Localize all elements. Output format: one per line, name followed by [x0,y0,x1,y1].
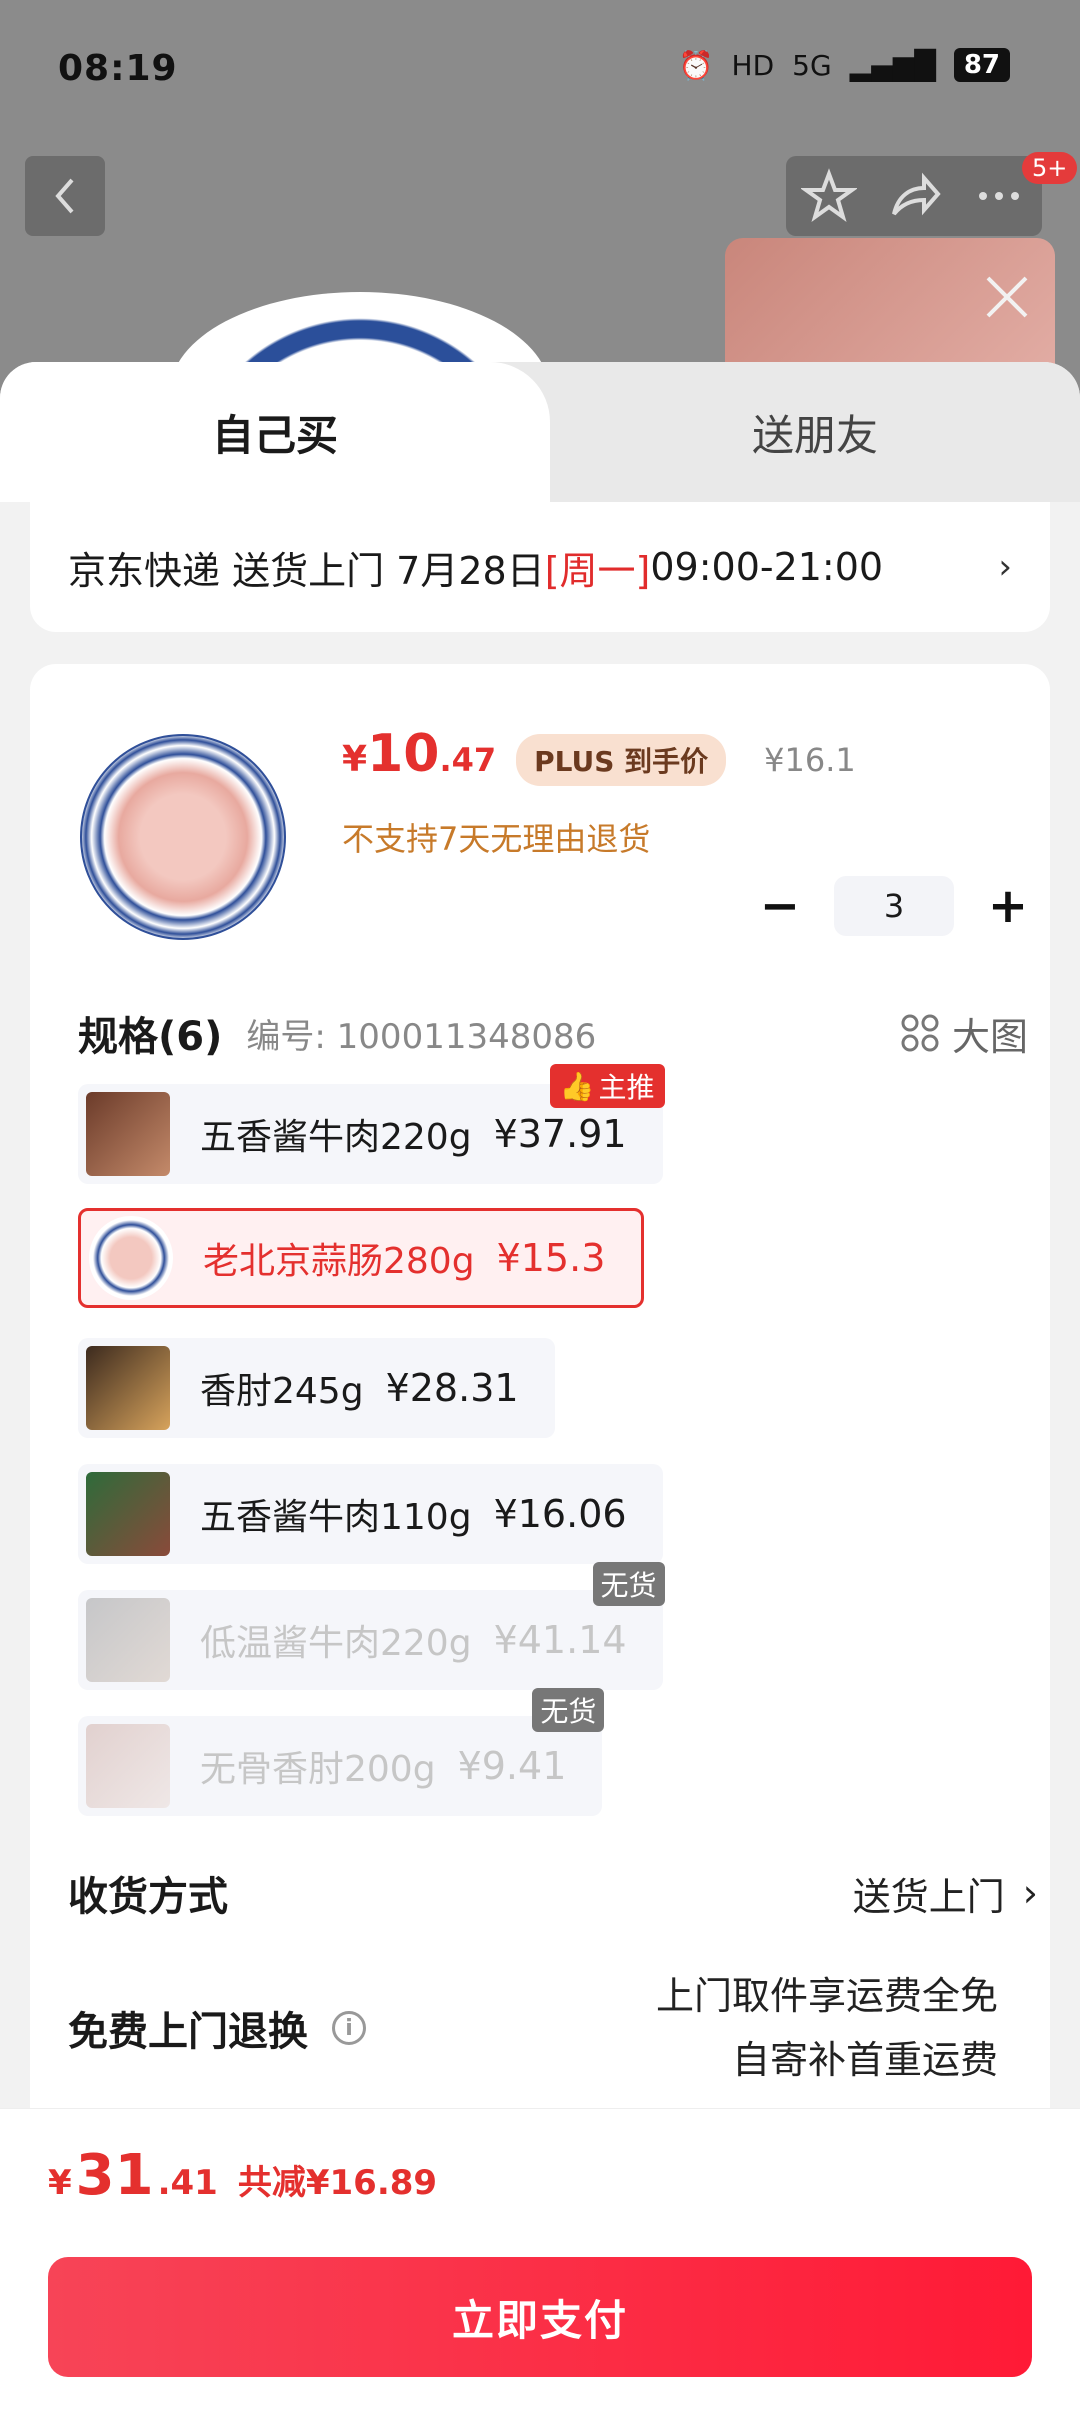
spec-option-disabled: 低温酱牛肉220g ¥41.14 无货 [78,1562,665,1690]
info-icon[interactable]: i [332,2011,366,2045]
tab-bar: 送朋友 自己买 [0,362,1080,502]
product-image[interactable] [80,734,286,940]
status-bar: 08:19 ⏰ HD 5G ▂▄▆█ 87 [0,0,1080,140]
thumbs-up-icon: 👍 [559,1069,595,1103]
option-price: ¥16.06 [493,1492,627,1536]
price-int: 10 [367,724,440,784]
pay-now-button[interactable]: 立即支付 [48,2257,1032,2377]
spec-title: 规格(6) [78,1014,223,1060]
share-icon[interactable] [886,168,942,224]
option-label: 五香酱牛肉220g [200,1117,472,1158]
out-of-stock-tag: 无货 [532,1688,605,1732]
hd-icon: HD [731,48,775,82]
option-price: ¥9.41 [457,1744,567,1788]
quantity-input[interactable]: 3 [834,876,954,936]
shipping-method-row[interactable]: 收货方式 送货上门 › [68,1864,1038,1922]
recommended-tag-label: 主推 [598,1071,655,1104]
return-details: 上门取件享运费全免 自寄补首重运费 [656,1964,998,2092]
original-price: ¥16.1 [764,741,856,779]
big-image-label: 大图 [951,1014,1028,1059]
signal-icon: ▂▄▆█ [849,48,936,82]
option-price: ¥37.91 [493,1112,627,1156]
status-icons: ⏰ HD 5G ▂▄▆█ 87 [679,48,1010,82]
option-label: 老北京蒜肠280g [203,1241,475,1282]
option-thumbnail [89,1216,173,1300]
top-actions [786,156,1042,236]
option-price: ¥28.31 [385,1366,519,1410]
delivery-weekday: [周一] [544,548,651,593]
plus-price-tag: PLUS 到手价 [516,734,727,786]
quantity-stepper: − 3 + [750,876,1038,936]
total-price: ¥ 31 .41 共减¥16.89 [48,2143,437,2208]
delivery-time-range: 09:00-21:00 [650,545,884,589]
big-image-toggle[interactable]: 大图 [900,1006,1028,1061]
return-line-2: 自寄补首重运费 [731,2038,998,2082]
increase-button[interactable]: + [978,876,1038,936]
total-discount: 共减¥16.89 [237,2163,438,2203]
star-icon[interactable] [800,168,857,224]
recommended-tag: 👍 主推 [549,1064,665,1108]
spec-option[interactable]: 香肘245g ¥28.31 [78,1338,555,1438]
delivery-info[interactable]: 京东快递 送货上门 7月28日 [周一] 09:00-21:00 › [30,502,1050,632]
option-thumbnail [86,1346,170,1430]
spec-option[interactable]: 五香酱牛肉110g ¥16.06 [78,1464,663,1564]
out-of-stock-tag: 无货 [592,1562,665,1606]
alarm-icon: ⏰ [678,48,714,82]
spec-option-disabled: 无骨香肘200g ¥9.41 无货 [78,1688,605,1816]
price-row: ¥10.47 PLUS 到手价 ¥16.1 [342,724,856,786]
shipping-method-value: 送货上门 › [853,1866,1038,1921]
tab-buy-self[interactable]: 自己买 [0,362,550,502]
more-icon[interactable] [971,168,1027,224]
free-return-title: 免费上门退换 [68,2009,308,2055]
product-price: ¥10.47 [342,724,496,784]
free-return-row: 免费上门退换 i 上门取件享运费全免 自寄补首重运费 [68,1964,1038,2092]
back-button[interactable] [25,156,105,236]
option-thumbnail [86,1598,170,1682]
spec-header: 规格(6) 编号: 100011348086 大图 [78,1004,1028,1062]
back-icon [55,178,74,214]
close-icon[interactable] [982,272,1032,322]
product-code: 编号: 100011348086 [246,1016,597,1057]
grid-icon [901,1014,939,1052]
chevron-right-icon: › [1022,1871,1038,1915]
tab-gift-friend[interactable]: 送朋友 [550,362,1080,502]
option-price: ¥15.3 [496,1236,606,1280]
shipping-method-title: 收货方式 [68,1874,228,1920]
option-thumbnail [86,1724,170,1808]
return-line-1: 上门取件享运费全免 [655,1974,998,2018]
option-label: 无骨香肘200g [200,1749,436,1790]
option-price: ¥41.14 [493,1618,627,1662]
decrease-button[interactable]: − [750,876,810,936]
option-label: 低温酱牛肉220g [200,1623,472,1664]
notification-badge: 5+ [1022,152,1078,184]
signal-label: 5G [792,48,832,82]
delivery-prefix: 京东快递 送货上门 7月28日 [68,548,545,593]
price-symbol: ¥ [342,739,368,780]
return-policy-note: 不支持7天无理由退货 [342,820,651,858]
price-dec: .47 [439,741,497,779]
option-thumbnail [86,1472,170,1556]
chevron-right-icon: › [998,547,1012,587]
status-time: 08:19 [58,48,178,89]
total-dec: .41 [157,2163,218,2203]
option-label: 五香酱牛肉110g [200,1497,472,1538]
spec-option-selected[interactable]: 老北京蒜肠280g ¥15.3 [78,1208,645,1308]
total-symbol: ¥ [48,2163,72,2203]
shipping-method-label: 送货上门 [852,1874,1005,1919]
purchase-sheet: 送朋友 自己买 京东快递 送货上门 7月28日 [周一] 09:00-21:00… [0,362,1080,2412]
option-label: 香肘245g [200,1371,364,1412]
spec-option[interactable]: 五香酱牛肉220g ¥37.91 👍 主推 [78,1064,665,1184]
checkout-bar: ¥ 31 .41 共减¥16.89 立即支付 [0,2108,1080,2412]
total-int: 31 [75,2143,154,2208]
option-thumbnail [86,1092,170,1176]
battery-level: 87 [953,48,1010,82]
